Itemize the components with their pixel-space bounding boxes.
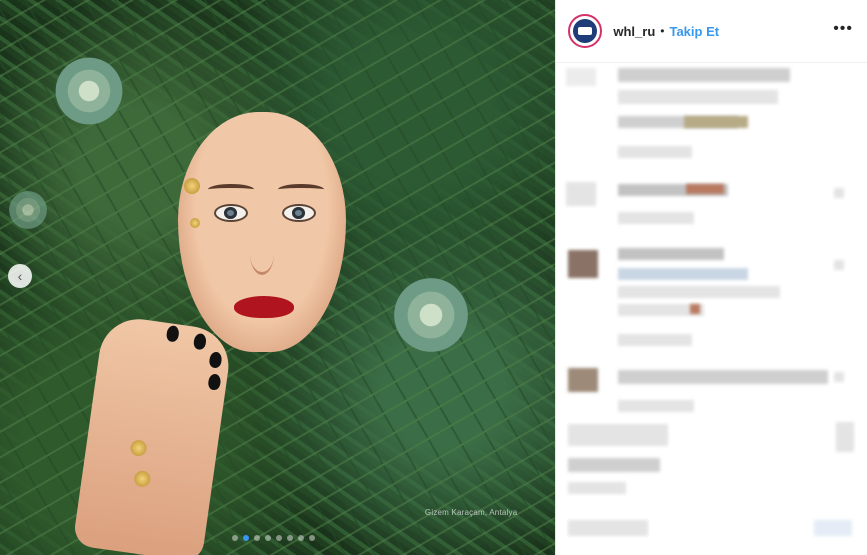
carousel-dot [265,535,271,541]
nail [192,332,207,351]
carousel-dot-active [243,535,249,541]
carousel-dot [276,535,282,541]
blurred-comment-avatar [568,250,599,278]
nail [165,324,180,343]
gold-leaf-cheek-lower [190,218,200,228]
gold-ring [129,439,148,458]
carousel-prev-button[interactable]: ‹ [8,264,32,288]
blurred-comment-text [618,370,829,384]
blurred-comment-avatar [566,68,597,86]
gold-leaf-cheek [184,178,200,194]
blurred-timestamp [568,482,627,494]
follow-button[interactable]: Takip Et [669,24,719,39]
photo-credit: Gizem Karaçam, Antalya [424,508,518,517]
carousel-dot [287,535,293,541]
blurred-action-bar [568,424,669,446]
carousel-indicators [232,535,315,541]
separator-dot: • [660,24,665,38]
succulent-right [388,272,474,358]
blurred-emoji [690,304,701,314]
blurred-meta [618,400,695,412]
post-header: whl_ru • Takip Et ••• [556,0,867,63]
nose [250,232,274,275]
succulent-top-left [50,52,128,130]
nail [208,351,223,369]
left-eye [214,204,248,222]
blurred-meta [618,334,693,346]
blurred-bookmark-icon [836,422,855,452]
carousel-dot [298,535,304,541]
chevron-left-icon: ‹ [17,268,23,284]
blurred-comment-text [618,248,725,260]
left-eyebrow [208,184,254,195]
blurred-meta [618,212,695,224]
username-link[interactable]: whl_ru [613,24,655,39]
lips [234,296,294,318]
face [178,112,346,352]
blurred-meta [618,146,693,158]
gold-ring [133,469,152,488]
succulent-left [6,188,50,232]
blurred-caption-text [618,90,779,104]
carousel-dot [254,535,260,541]
post-photo[interactable]: ‹ Gizem Karaçam, Antalya [0,0,556,555]
nail [207,373,222,391]
blurred-comment-text [618,268,749,280]
blurred-like-icon [834,372,845,382]
right-eyebrow [278,184,324,195]
blurred-comment-input[interactable] [568,520,649,536]
blurred-likes-count [568,458,661,472]
more-options-icon[interactable]: ••• [833,20,853,38]
blurred-like-icon [834,188,845,198]
blurred-post-button[interactable] [814,520,853,536]
right-eye [282,204,316,222]
blurred-caption-text [618,68,791,82]
blurred-like-icon [834,260,845,270]
avatar[interactable] [568,14,603,48]
carousel-dot [309,535,315,541]
post-side-panel: whl_ru • Takip Et ••• [555,0,867,555]
blurred-emoji [684,116,749,128]
instagram-post: ‹ Gizem Karaçam, Antalya whl_ru • Takip … [0,0,867,555]
blurred-comment-avatar [568,368,599,392]
carousel-dot [232,535,238,541]
blurred-comment-avatar [566,182,597,206]
profile-logo-icon [573,19,598,43]
blurred-comment-text [618,286,781,298]
blurred-comment-text [686,184,725,194]
